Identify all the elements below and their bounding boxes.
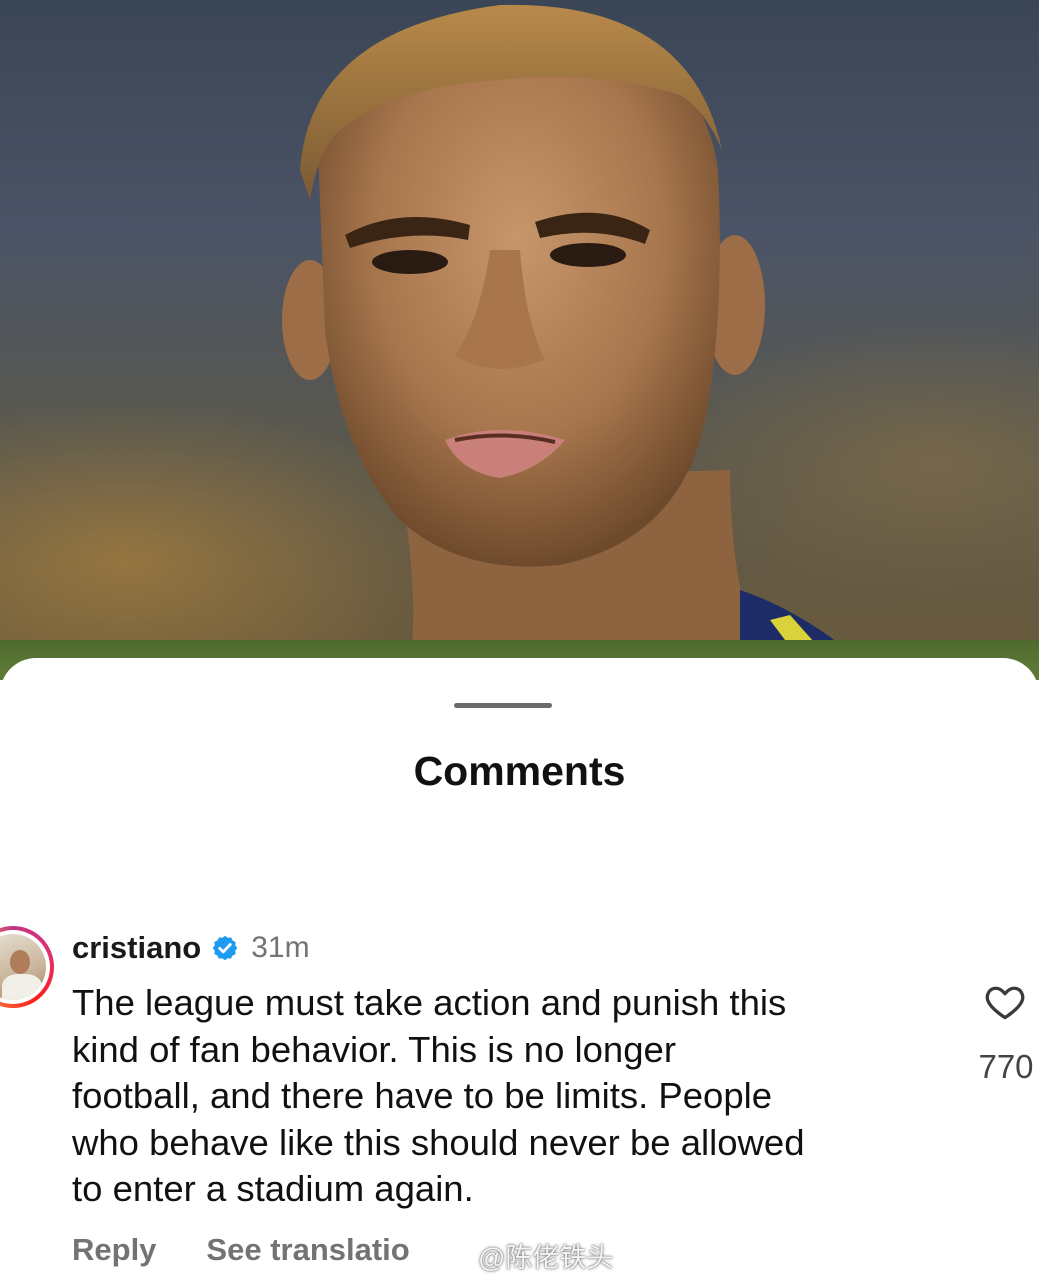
username[interactable]: cristiano [72, 930, 201, 966]
comments-sheet: Comments cristiano 31m The league must t… [0, 658, 1039, 1280]
comment-line: who behave like this should never be all… [72, 1121, 805, 1163]
weibo-logo-icon [442, 1245, 471, 1268]
player-portrait [282, 4, 860, 660]
comment-text: The league must take action and punish t… [72, 980, 942, 1213]
verified-badge-icon [212, 935, 238, 961]
watermark-text: @陈佬铁头 [478, 1243, 614, 1273]
reply-button[interactable]: Reply [72, 1232, 156, 1268]
comment-line: to enter a stadium again. [72, 1168, 474, 1209]
sheet-title: Comments [413, 748, 626, 794]
comment-time: 31m [251, 931, 310, 964]
see-translation-button[interactable]: See translatio [206, 1232, 409, 1268]
post-photo [0, 0, 1039, 660]
comment-header: cristiano 31m [72, 928, 310, 968]
like-count: 770 [978, 1048, 1034, 1085]
heart-outline-icon[interactable] [982, 980, 1028, 1024]
comment-line: The league must take action and punish t… [72, 982, 787, 1023]
comment-line: kind of fan behavior. This is no longer [72, 1028, 676, 1070]
comment-line: football, and there have to be limits. P… [72, 1075, 773, 1116]
watermark: @陈佬铁头 [442, 1236, 613, 1275]
comment-actions: Reply See translatio [72, 1232, 410, 1268]
avatar[interactable] [0, 926, 54, 1008]
sheet-drag-handle[interactable] [454, 703, 552, 708]
